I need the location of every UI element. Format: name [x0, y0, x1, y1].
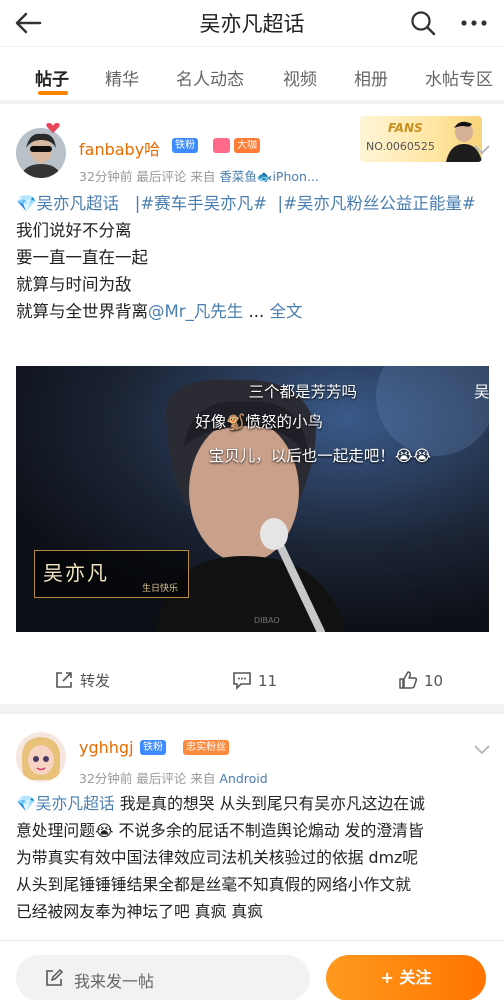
video-thumbnail[interactable]: 三个都是芳芳吗 吴 好像🐒愤怒的小鸟 宝贝儿，以后也一起走吧！😭😭 吴亦凡 生日…: [16, 366, 489, 632]
post-line: 就算与时间为敌: [16, 275, 132, 294]
badge-iron-fan: 铁粉: [140, 740, 166, 755]
username[interactable]: yghhgj: [79, 738, 134, 757]
tab-bar: 帖子 精华 名人动态 视频 相册 水帖专区: [0, 46, 504, 100]
post-body: 💎吴亦凡超话 我是真的想哭 从头到尾只有吴亦凡这边在诚 意处理问题😭 不说多余的…: [16, 790, 490, 925]
heart-icon: [46, 123, 60, 133]
repost-icon: [56, 672, 72, 688]
comment-icon: [233, 672, 251, 690]
video-watermark: DIBAO: [254, 616, 280, 625]
post-card[interactable]: fanbaby哈 铁粉 大咖 32分钟前 最后评论 来自 香菜鱼🐟iPhon..…: [0, 104, 504, 704]
chevron-down-icon[interactable]: [472, 142, 492, 156]
tab-water-posts[interactable]: 水帖专区: [425, 65, 493, 90]
mention-link[interactable]: @Mr_凡先生: [148, 302, 243, 321]
bottom-bar: 我来发一帖 + 关注: [0, 940, 504, 1000]
comment-button[interactable]: 11: [232, 670, 277, 690]
topic-link[interactable]: #吴亦凡粉丝公益正能量#: [283, 194, 476, 213]
topic-line: 💎吴亦凡超话 |#赛车手吴亦凡# |#吴亦凡粉丝公益正能量#: [16, 194, 476, 213]
avatar[interactable]: [16, 732, 66, 782]
post-card[interactable]: yghhgj 铁粉 忠实粉丝 32分钟前 最后评论 来自 Android 💎吴亦…: [0, 714, 504, 954]
post-meta: 32分钟前 最后评论 来自 香菜鱼🐟iPhon...: [79, 169, 319, 184]
top-bar: 吴亦凡超话: [0, 0, 504, 46]
post-line: 💎吴亦凡超话 我是真的想哭 从头到尾只有吴亦凡这边在诚: [16, 794, 425, 813]
video-caption: 吴: [474, 383, 489, 401]
post-line: 从头到尾锤锤锤结果全都是丝毫不知真假的网络小作文就: [16, 875, 411, 894]
like-button[interactable]: 10: [398, 670, 443, 690]
thumbs-up-icon: [399, 671, 418, 689]
post-actions: 转发 11 10: [0, 660, 504, 700]
post-line: 意处理问题😭 不说多余的屁话不制造舆论煽动 发的澄清皆: [16, 821, 424, 840]
post-line: 为带真实有效中国法律效应司法机关核验过的依据 dmz呢: [16, 848, 419, 867]
username[interactable]: fanbaby哈: [79, 136, 160, 160]
post-line: 要一直一直在一起: [16, 248, 148, 267]
badge-big-shot: 大咖: [234, 138, 260, 153]
post-body: 💎吴亦凡超话 |#赛车手吴亦凡# |#吴亦凡粉丝公益正能量# 我们说好不分离 要…: [16, 190, 490, 325]
follow-button[interactable]: + 关注: [326, 955, 486, 1000]
topic-link[interactable]: 💎吴亦凡超话: [16, 794, 115, 813]
full-text-link[interactable]: 全文: [270, 302, 303, 321]
more-options-icon[interactable]: [458, 8, 490, 38]
video-caption: 好像🐒愤怒的小鸟: [195, 413, 323, 431]
compose-post-input[interactable]: 我来发一帖: [16, 955, 310, 1000]
topic-link[interactable]: 💎吴亦凡超话: [16, 194, 119, 213]
topic-link[interactable]: #赛车手吴亦凡#: [140, 194, 267, 213]
post-line: 我们说好不分离: [16, 221, 132, 240]
compose-placeholder: 我来发一帖: [74, 972, 155, 991]
level-badge-icon: [213, 138, 230, 153]
video-caption: 三个都是芳芳吗: [248, 383, 357, 401]
post-meta: 32分钟前 最后评论 来自 Android: [79, 771, 268, 786]
edit-icon: [46, 968, 64, 986]
post-line: 已经被网友奉为神坛了吧 真疯 真疯: [16, 902, 263, 921]
post-line: 就算与全世界背离@Mr_凡先生 ... 全文: [16, 302, 303, 321]
video-caption: 宝贝儿，以后也一起走吧！😭😭: [208, 447, 431, 465]
tab-albums[interactable]: 相册: [354, 65, 388, 90]
tab-celebrity-news[interactable]: 名人动态: [176, 65, 244, 90]
repost-button[interactable]: 转发: [54, 670, 110, 691]
active-tab-indicator: [38, 91, 68, 95]
video-name-plate: 吴亦凡 生日快乐: [34, 550, 189, 598]
fans-number-banner: FANS NO.0060525: [360, 116, 482, 162]
avatar[interactable]: [16, 128, 66, 178]
search-icon[interactable]: [408, 8, 438, 38]
tab-posts[interactable]: 帖子: [35, 65, 69, 90]
badge-iron-fan: 铁粉: [172, 138, 198, 153]
badge-loyal-fan: 忠实粉丝: [183, 740, 229, 755]
chevron-down-icon[interactable]: [472, 742, 492, 756]
tab-videos[interactable]: 视频: [283, 65, 317, 90]
tab-featured[interactable]: 精华: [105, 65, 139, 90]
